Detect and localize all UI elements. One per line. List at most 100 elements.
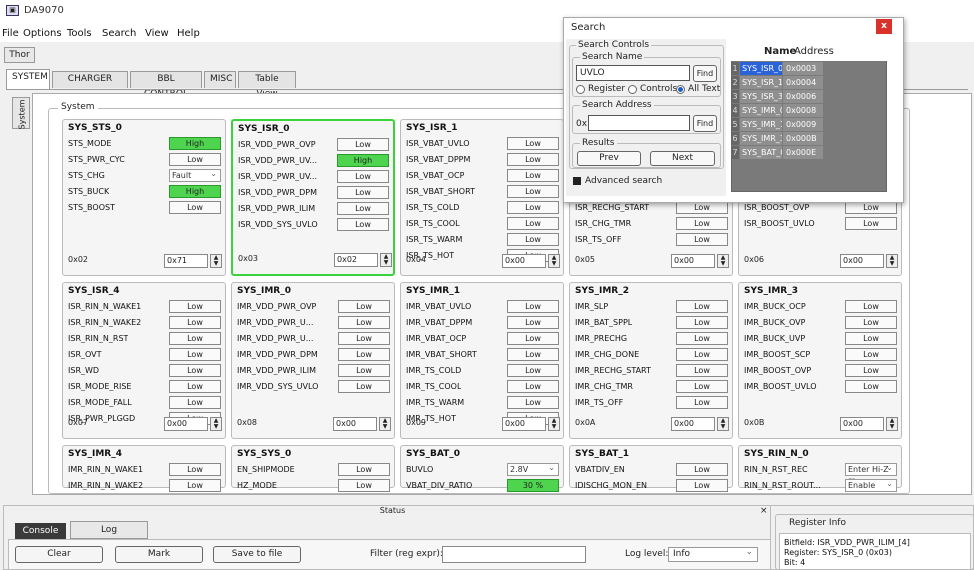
mark-button[interactable]: Mark: [115, 546, 203, 563]
advanced-search-checkbox[interactable]: [573, 177, 581, 185]
field-toggle-button[interactable]: Low: [337, 169, 389, 183]
menu-view[interactable]: View: [145, 28, 169, 39]
field-toggle-button[interactable]: 30 %: [507, 478, 559, 492]
field-toggle-button[interactable]: Low: [507, 216, 559, 230]
register-value-input[interactable]: 0x00: [502, 417, 546, 431]
field-toggle-button[interactable]: Low: [676, 363, 728, 377]
register-value-input[interactable]: 0x00: [502, 254, 546, 268]
radio-register[interactable]: [576, 85, 585, 94]
field-toggle-button[interactable]: Low: [169, 347, 221, 361]
field-toggle-button[interactable]: Low: [337, 217, 389, 231]
field-toggle-button[interactable]: Low: [676, 315, 728, 329]
spin-arrows-icon[interactable]: ▲ ▼: [886, 254, 898, 268]
next-button[interactable]: Next: [650, 151, 715, 166]
register-value-input[interactable]: 0x00: [333, 417, 377, 431]
table-row[interactable]: 2 SYS_ISR_1 0x0004: [731, 76, 887, 89]
table-row[interactable]: 6 SYS_IMR_3 0x000B: [731, 132, 887, 145]
result-name[interactable]: SYS_ISR_1: [740, 76, 782, 89]
field-toggle-button[interactable]: Low: [507, 136, 559, 150]
menu-search[interactable]: Search: [102, 28, 136, 39]
field-toggle-button[interactable]: Low: [507, 152, 559, 166]
field-toggle-button[interactable]: Low: [338, 299, 390, 313]
field-toggle-button[interactable]: Low: [676, 379, 728, 393]
menu-file[interactable]: File: [2, 28, 19, 39]
radio-all-text[interactable]: [676, 85, 685, 94]
radio-controls[interactable]: [628, 85, 637, 94]
result-name[interactable]: SYS_ISR_3: [740, 90, 782, 103]
field-toggle-button[interactable]: High: [169, 136, 221, 150]
tab-console[interactable]: Console: [15, 523, 66, 539]
field-toggle-button[interactable]: Low: [169, 379, 221, 393]
field-toggle-button[interactable]: Low: [337, 201, 389, 215]
spin-arrows-icon[interactable]: ▲ ▼: [548, 254, 560, 268]
field-toggle-button[interactable]: Low: [845, 216, 897, 230]
field-select[interactable]: Enable: [845, 478, 897, 492]
tab-charger[interactable]: CHARGER: [52, 71, 128, 88]
tab-system[interactable]: SYSTEM: [6, 69, 50, 89]
field-select[interactable]: Fault: [169, 168, 221, 182]
field-toggle-button[interactable]: Low: [507, 363, 559, 377]
spin-arrows-icon[interactable]: ▲ ▼: [717, 254, 729, 268]
result-name[interactable]: SYS_IMR_1: [740, 118, 782, 131]
prev-button[interactable]: Prev: [577, 151, 641, 166]
tab-misc[interactable]: MISC: [204, 71, 236, 88]
device-tab-thor[interactable]: Thor: [4, 47, 35, 63]
spin-arrows-icon[interactable]: ▲ ▼: [379, 417, 391, 431]
field-toggle-button[interactable]: Low: [845, 363, 897, 377]
field-toggle-button[interactable]: Low: [338, 315, 390, 329]
field-toggle-button[interactable]: Low: [337, 137, 389, 151]
table-row[interactable]: 4 SYS_IMR_0 0x0008: [731, 104, 887, 117]
field-toggle-button[interactable]: Low: [676, 331, 728, 345]
spin-arrows-icon[interactable]: ▲ ▼: [548, 417, 560, 431]
spin-arrows-icon[interactable]: ▲ ▼: [210, 417, 222, 431]
register-value-input[interactable]: 0x00: [671, 417, 715, 431]
field-toggle-button[interactable]: Low: [845, 379, 897, 393]
field-toggle-button[interactable]: Low: [507, 299, 559, 313]
search-name-input[interactable]: UVLO: [576, 65, 690, 81]
field-toggle-button[interactable]: Low: [337, 185, 389, 199]
find-address-button[interactable]: Find: [693, 115, 717, 132]
status-close-icon[interactable]: ×: [760, 506, 768, 516]
table-row[interactable]: 5 SYS_IMR_1 0x0009: [731, 118, 887, 131]
field-toggle-button[interactable]: Low: [676, 462, 728, 476]
field-toggle-button[interactable]: Low: [845, 331, 897, 345]
result-name[interactable]: SYS_IMR_3: [740, 132, 782, 145]
result-name[interactable]: SYS_BAT_0: [740, 146, 782, 159]
register-value-input[interactable]: 0x02: [334, 253, 378, 267]
register-value-input[interactable]: 0x00: [671, 254, 715, 268]
field-toggle-button[interactable]: Low: [169, 462, 221, 476]
spin-arrows-icon[interactable]: ▲ ▼: [886, 417, 898, 431]
field-toggle-button[interactable]: Low: [169, 299, 221, 313]
register-value-input[interactable]: 0x71: [164, 254, 208, 268]
field-toggle-button[interactable]: Low: [845, 315, 897, 329]
menu-options[interactable]: Options: [23, 28, 62, 39]
field-toggle-button[interactable]: Low: [676, 232, 728, 246]
field-toggle-button[interactable]: Low: [169, 331, 221, 345]
field-toggle-button[interactable]: Low: [507, 184, 559, 198]
field-toggle-button[interactable]: Low: [338, 363, 390, 377]
spin-arrows-icon[interactable]: ▲ ▼: [717, 417, 729, 431]
log-level-select[interactable]: Info: [668, 546, 758, 562]
menu-tools[interactable]: Tools: [67, 28, 92, 39]
field-toggle-button[interactable]: Low: [507, 315, 559, 329]
field-toggle-button[interactable]: Low: [169, 152, 221, 166]
field-toggle-button[interactable]: Low: [676, 395, 728, 409]
field-toggle-button[interactable]: Low: [676, 478, 728, 492]
field-toggle-button[interactable]: High: [169, 184, 221, 198]
field-toggle-button[interactable]: Low: [507, 232, 559, 246]
field-toggle-button[interactable]: Low: [507, 347, 559, 361]
tab-bbl-control[interactable]: BBL CONTROL: [130, 71, 202, 99]
field-toggle-button[interactable]: Low: [507, 168, 559, 182]
result-name[interactable]: SYS_ISR_0: [740, 62, 782, 75]
save-to-file-button[interactable]: Save to file: [213, 546, 301, 563]
table-row[interactable]: 1 SYS_ISR_0 0x0003: [731, 62, 887, 75]
field-toggle-button[interactable]: Low: [169, 478, 221, 492]
result-name[interactable]: SYS_IMR_0: [740, 104, 782, 117]
field-toggle-button[interactable]: Low: [507, 331, 559, 345]
field-toggle-button[interactable]: Low: [338, 478, 390, 492]
field-toggle-button[interactable]: Low: [845, 299, 897, 313]
field-toggle-button[interactable]: Low: [676, 299, 728, 313]
field-toggle-button[interactable]: Low: [676, 347, 728, 361]
field-toggle-button[interactable]: Low: [676, 216, 728, 230]
field-select[interactable]: 2.8V: [507, 462, 559, 476]
